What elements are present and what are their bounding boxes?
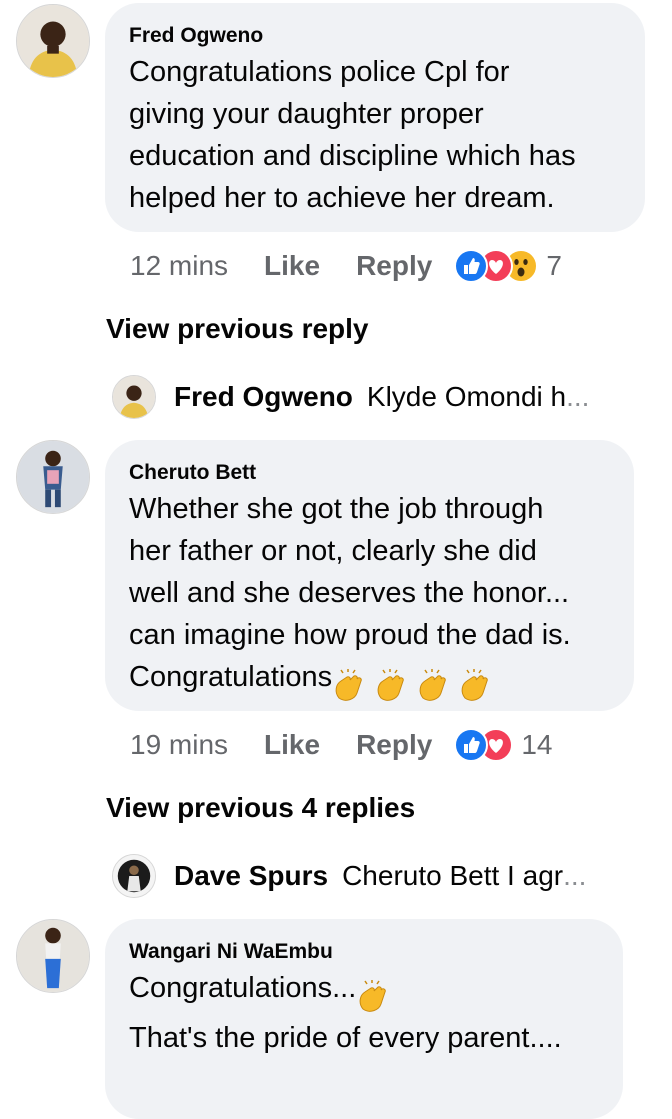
comment-actions: 19 mins Like Reply 14: [130, 725, 552, 765]
reply-ellipsis: ...: [566, 381, 590, 412]
clapping-hands-icon: [357, 979, 388, 1015]
reply-ellipsis: ...: [563, 860, 587, 891]
reaction-count: 7: [546, 250, 562, 281]
reply-preview[interactable]: Fred Ogweno Klyde Omondi h...: [112, 374, 589, 420]
reply-avatar: [112, 854, 156, 898]
comment-text: Congratulations... That's the pride of e…: [129, 972, 562, 1054]
comment-author[interactable]: Wangari Ni WaEmbu: [129, 939, 599, 965]
commenter-avatar[interactable]: [16, 4, 90, 78]
comment-author[interactable]: Fred Ogweno: [129, 23, 621, 49]
reaction-summary[interactable]: 14: [454, 728, 552, 762]
comment-actions: 12 mins Like Reply 7: [130, 246, 562, 286]
emoji-group: [332, 664, 490, 706]
comment-author[interactable]: Cheruto Bett: [129, 460, 610, 486]
reply-snippet: Klyde Omondi h: [366, 381, 567, 412]
view-previous-replies-link[interactable]: View previous 4 replies: [106, 792, 415, 824]
comment-bubble: Fred Ogweno Congratulations police Cpl f…: [105, 3, 645, 232]
commenter-avatar[interactable]: [16, 440, 90, 514]
reaction-summary[interactable]: 7: [454, 249, 562, 283]
comment-timestamp[interactable]: 19 mins: [130, 729, 228, 761]
reply-author[interactable]: Fred Ogweno: [174, 381, 353, 413]
like-button[interactable]: Like: [264, 250, 320, 282]
clapping-hands-icon: [459, 668, 490, 704]
like-icon: [454, 249, 489, 283]
comment-text: Whether she got the job through her fath…: [129, 488, 610, 706]
like-icon: [454, 728, 489, 762]
comment-timestamp[interactable]: 12 mins: [130, 250, 228, 282]
comment-bubble: Wangari Ni WaEmbu Congratulations... Tha…: [105, 919, 623, 1119]
reply-snippet: Cheruto Bett I agr: [342, 860, 564, 891]
view-previous-replies-link[interactable]: View previous reply: [106, 313, 369, 345]
commenter-avatar[interactable]: [16, 919, 90, 993]
reply-preview[interactable]: Dave Spurs Cheruto Bett I agr...: [112, 853, 586, 899]
emoji-group: [356, 975, 388, 1017]
clapping-hands-icon: [375, 668, 406, 704]
like-button[interactable]: Like: [264, 729, 320, 761]
reply-button[interactable]: Reply: [356, 729, 432, 761]
comment-bubble: Cheruto Bett Whether she got the job thr…: [105, 440, 634, 711]
clapping-hands-icon: [417, 668, 448, 704]
clapping-hands-icon: [333, 668, 364, 704]
reply-button[interactable]: Reply: [356, 250, 432, 282]
comment-text: Congratulations police Cpl for giving yo…: [129, 56, 576, 214]
reaction-count: 14: [521, 729, 553, 760]
reply-avatar: [112, 375, 156, 419]
reply-author[interactable]: Dave Spurs: [174, 860, 328, 892]
